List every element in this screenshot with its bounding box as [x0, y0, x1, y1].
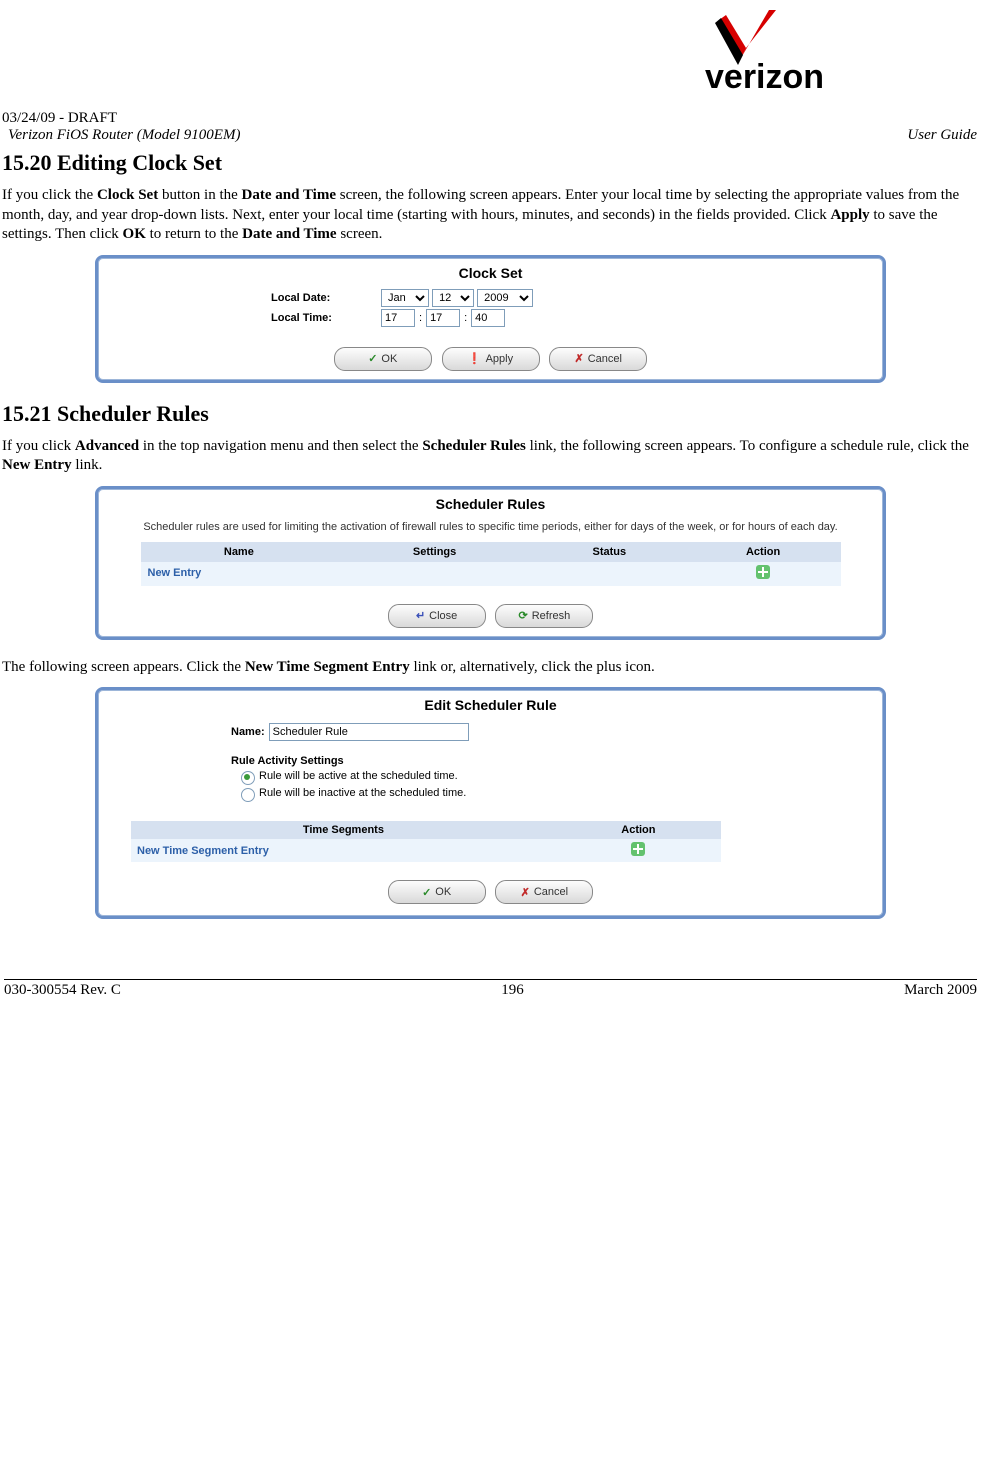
- radio-inactive-row[interactable]: Rule will be inactive at the scheduled t…: [231, 786, 691, 803]
- local-time-label: Local Time:: [271, 312, 381, 324]
- table-row: New Entry: [141, 561, 840, 585]
- radio-unselected-icon: [241, 788, 255, 802]
- logo-text: verizon: [705, 58, 824, 96]
- col-action: Action: [686, 542, 840, 561]
- refresh-button[interactable]: ⟳Refresh: [495, 604, 593, 628]
- radio-active-row[interactable]: Rule will be active at the scheduled tim…: [231, 769, 691, 786]
- x-icon: ✗: [575, 352, 584, 365]
- activity-heading: Rule Activity Settings: [231, 755, 344, 767]
- time-sep-2: :: [460, 312, 471, 324]
- name-label: Name:: [231, 726, 265, 738]
- draft-line: 03/24/09 - DRAFT: [0, 110, 981, 127]
- col-action2: Action: [556, 821, 721, 839]
- table-header-row: Name Settings Status Action: [141, 542, 840, 561]
- apply-button[interactable]: ❗Apply: [442, 347, 540, 371]
- new-segment-link[interactable]: New Time Segment Entry: [131, 839, 556, 862]
- hours-input[interactable]: [381, 309, 415, 327]
- col-segments: Time Segments: [131, 821, 556, 839]
- check-icon: ✓: [422, 886, 431, 899]
- page-footer: 030-300554 Rev. C 196 March 2009: [4, 979, 977, 1001]
- table-row: New Time Segment Entry: [131, 839, 721, 862]
- section-heading-2: 15.21 Scheduler Rules: [2, 401, 981, 427]
- close-button[interactable]: ↵Close: [388, 604, 486, 628]
- footer-left: 030-300554 Rev. C: [4, 982, 121, 999]
- segments-table: Time Segments Action New Time Segment En…: [131, 821, 721, 862]
- footer-right: March 2009: [904, 982, 977, 999]
- radio-inactive-label: Rule will be inactive at the scheduled t…: [259, 787, 466, 799]
- cancel-button-2[interactable]: ✗Cancel: [495, 880, 593, 904]
- minutes-input[interactable]: [426, 309, 460, 327]
- verizon-logo: verizon: [0, 10, 981, 110]
- name-input[interactable]: [269, 723, 469, 741]
- seconds-input[interactable]: [471, 309, 505, 327]
- col-status: Status: [532, 542, 686, 561]
- cancel-button[interactable]: ✗Cancel: [549, 347, 647, 371]
- section-heading-1: 15.20 Editing Clock Set: [2, 150, 981, 176]
- exclaim-icon: ❗: [468, 352, 482, 365]
- section1-paragraph: If you click the Clock Set button in the…: [2, 186, 977, 245]
- return-icon: ↵: [416, 609, 425, 622]
- month-select[interactable]: Jan: [381, 289, 429, 307]
- radio-active-label: Rule will be active at the scheduled tim…: [259, 770, 458, 782]
- check-icon: ✓: [368, 352, 377, 365]
- x-icon: ✗: [521, 886, 530, 899]
- edit-scheduler-title: Edit Scheduler Rule: [101, 693, 880, 721]
- refresh-icon: ⟳: [519, 609, 528, 622]
- edit-scheduler-panel: Edit Scheduler Rule Name: Rule Activity …: [95, 687, 886, 919]
- col-name: Name: [141, 542, 337, 561]
- local-date-label: Local Date:: [271, 292, 381, 304]
- scheduler-rules-desc: Scheduler rules are used for limiting th…: [101, 520, 880, 542]
- new-entry-link[interactable]: New Entry: [141, 561, 337, 585]
- doc-type: User Guide: [907, 127, 977, 144]
- plus-icon[interactable]: [756, 565, 770, 579]
- col-settings: Settings: [337, 542, 533, 561]
- clock-set-panel: Clock Set Local Date: Jan 12 2009 Local …: [95, 255, 886, 383]
- footer-page-number: 196: [501, 982, 524, 999]
- section2-paragraph: If you click Advanced in the top navigat…: [2, 437, 977, 476]
- scheduler-table: Name Settings Status Action New Entry: [141, 542, 841, 586]
- day-select[interactable]: 12: [432, 289, 474, 307]
- model-name: Verizon FiOS Router (Model 9100EM): [8, 127, 240, 144]
- clock-set-title: Clock Set: [101, 261, 880, 289]
- table-header-row: Time Segments Action: [131, 821, 721, 839]
- ok-button-2[interactable]: ✓OK: [388, 880, 486, 904]
- scheduler-rules-panel: Scheduler Rules Scheduler rules are used…: [95, 486, 886, 640]
- plus-icon[interactable]: [631, 842, 645, 856]
- radio-selected-icon: [241, 771, 255, 785]
- time-sep-1: :: [415, 312, 426, 324]
- mid-paragraph: The following screen appears. Click the …: [2, 658, 977, 678]
- scheduler-rules-title: Scheduler Rules: [101, 492, 880, 520]
- year-select[interactable]: 2009: [477, 289, 533, 307]
- ok-button[interactable]: ✓OK: [334, 347, 432, 371]
